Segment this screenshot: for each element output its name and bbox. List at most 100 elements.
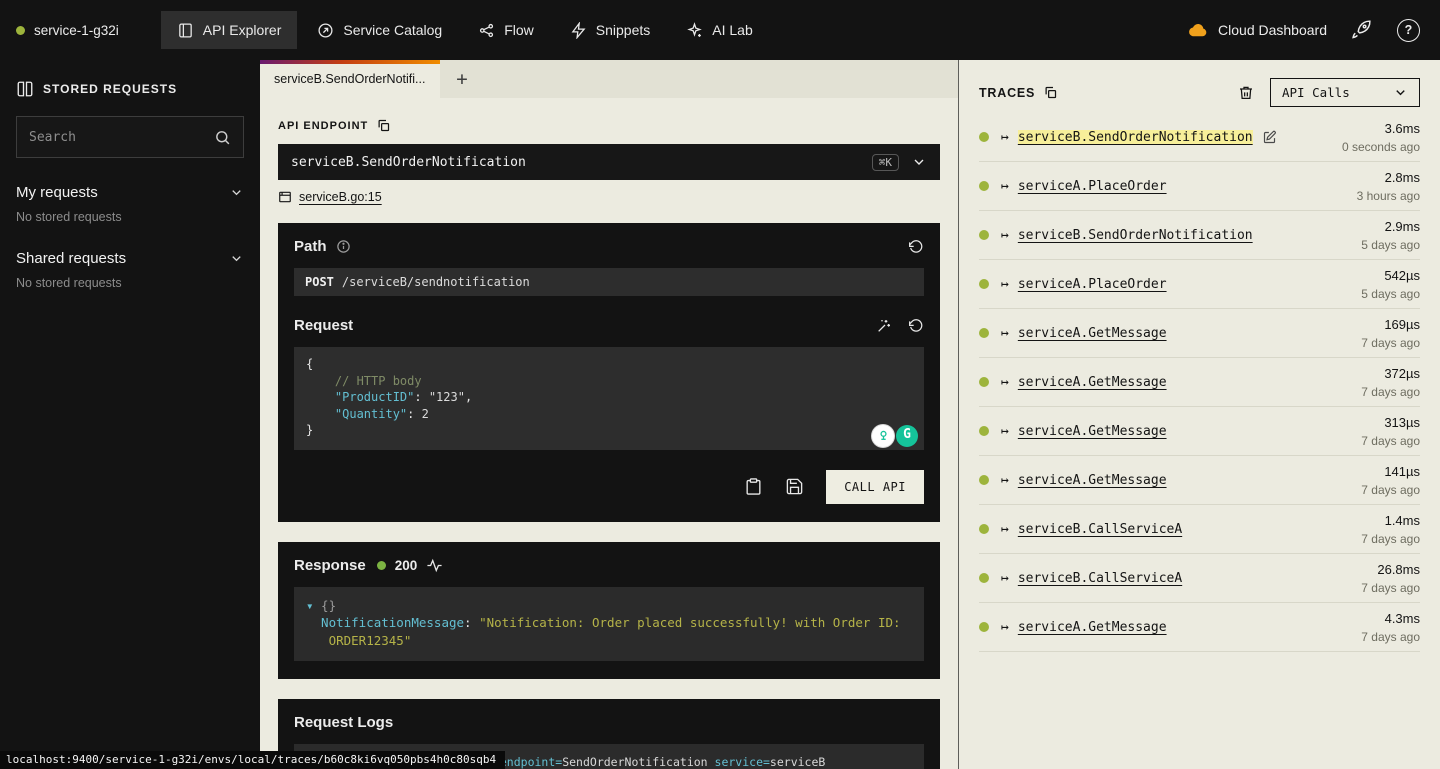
trace-row[interactable]: ↦ serviceB.SendOrderNotification 3.6ms0 … [979, 113, 1420, 162]
code-comment: // HTTP body [306, 374, 422, 388]
shared-requests-toggle[interactable]: Shared requests [16, 250, 244, 267]
app-switcher[interactable]: service-1-g32i [16, 23, 119, 38]
my-requests-section: My requests No stored requests [16, 184, 244, 224]
trace-link[interactable]: serviceB.CallServiceA [1018, 522, 1182, 537]
trace-row[interactable]: ↦ serviceA.PlaceOrder 542µs5 days ago [979, 260, 1420, 309]
tab-endpoint[interactable]: serviceB.SendOrderNotifi... [260, 60, 440, 98]
trace-link[interactable]: serviceA.GetMessage [1018, 326, 1167, 341]
open-trace-icon[interactable] [1262, 130, 1277, 145]
trace-link[interactable]: serviceA.GetMessage [1018, 473, 1167, 488]
trash-icon[interactable] [1238, 85, 1254, 101]
activity-icon[interactable] [426, 557, 443, 574]
help-icon[interactable]: ? [1397, 19, 1420, 42]
trace-filter-select[interactable]: API Calls [1270, 78, 1420, 107]
trace-link[interactable]: serviceB.CallServiceA [1018, 571, 1182, 586]
status-code: 200 [395, 558, 418, 573]
trace-link[interactable]: serviceA.PlaceOrder [1018, 277, 1167, 292]
prettify-wand-icon[interactable] [876, 318, 892, 334]
endpoint-select-value: serviceB.SendOrderNotification [291, 155, 526, 170]
nav-item-label: AI Lab [712, 22, 752, 38]
rocket-icon[interactable] [1351, 19, 1373, 41]
trace-duration: 4.3ms [1385, 611, 1420, 626]
search-input[interactable] [29, 130, 214, 145]
path-input[interactable]: POST /serviceB/sendnotification [294, 268, 924, 296]
trace-row[interactable]: ↦ serviceA.GetMessage 169µs7 days ago [979, 309, 1420, 358]
response-panel: Response 200 ▾ {} NotificationMessage: "… [278, 542, 940, 680]
tab-bar: serviceB.SendOrderNotifi... + [260, 60, 958, 98]
trace-row[interactable]: ↦ serviceB.CallServiceA 1.4ms7 days ago [979, 505, 1420, 554]
collapse-toggle[interactable]: ▾ [306, 598, 314, 613]
source-link[interactable]: serviceB.go:15 [299, 190, 382, 204]
stored-requests-icon [16, 80, 34, 98]
trace-arrow-icon: ↦ [1001, 424, 1009, 439]
trace-row[interactable]: ↦ serviceA.GetMessage 141µs7 days ago [979, 456, 1420, 505]
copy-endpoint-icon[interactable] [376, 118, 391, 133]
my-requests-toggle[interactable]: My requests [16, 184, 244, 201]
copy-request-icon[interactable] [744, 477, 763, 496]
search-icon [214, 129, 231, 146]
copy-traces-icon[interactable] [1043, 85, 1058, 100]
trace-link[interactable]: serviceB.SendOrderNotification [1018, 228, 1253, 243]
endpoint-select[interactable]: serviceB.SendOrderNotification ⌘K [278, 144, 940, 180]
trace-row[interactable]: ↦ serviceB.SendOrderNotification 2.9ms5 … [979, 211, 1420, 260]
trace-link[interactable]: serviceA.GetMessage [1018, 424, 1167, 439]
nav-item-label: Flow [504, 22, 534, 38]
trace-status-dot [979, 328, 989, 338]
trace-row[interactable]: ↦ serviceA.GetMessage 372µs7 days ago [979, 358, 1420, 407]
nav-service-catalog[interactable]: Service Catalog [301, 11, 458, 49]
trace-row[interactable]: ↦ serviceA.GetMessage 313µs7 days ago [979, 407, 1420, 456]
nav-item-label: Snippets [596, 22, 650, 38]
trace-duration: 26.8ms [1377, 562, 1420, 577]
trace-duration: 2.8ms [1385, 170, 1420, 185]
trace-row[interactable]: ↦ serviceB.CallServiceA 26.8ms7 days ago [979, 554, 1420, 603]
api-explorer-main: serviceB.SendOrderNotifi... + API ENDPOI… [260, 60, 958, 769]
trace-link[interactable]: serviceB.SendOrderNotification [1018, 130, 1253, 145]
trace-row[interactable]: ↦ serviceA.PlaceOrder 2.8ms3 hours ago [979, 162, 1420, 211]
nav-flow[interactable]: Flow [462, 11, 550, 49]
trace-age: 5 days ago [1361, 238, 1420, 252]
nav-ai-lab[interactable]: AI Lab [670, 11, 768, 49]
new-tab-button[interactable]: + [440, 60, 484, 98]
trace-arrow-icon: ↦ [1001, 473, 1009, 488]
trace-age: 7 days ago [1361, 630, 1420, 644]
cloud-dashboard-label: Cloud Dashboard [1218, 22, 1327, 38]
trace-row[interactable]: ↦ serviceA.GetMessage 4.3ms7 days ago [979, 603, 1420, 652]
trace-duration: 3.6ms [1385, 121, 1420, 136]
grammarly-tone-icon[interactable] [872, 425, 894, 447]
cloud-dashboard-link[interactable]: Cloud Dashboard [1186, 19, 1327, 42]
traces-title: TRACES [979, 86, 1035, 100]
api-endpoint-header: API ENDPOINT [278, 118, 940, 133]
snippets-icon [570, 22, 587, 39]
trace-status-dot [979, 279, 989, 289]
trace-duration: 169µs [1384, 317, 1420, 332]
nav-api-explorer[interactable]: API Explorer [161, 11, 298, 49]
grammarly-widget: G [872, 425, 918, 447]
reset-path-icon[interactable] [908, 239, 924, 255]
trace-duration: 542µs [1384, 268, 1420, 283]
trace-arrow-icon: ↦ [1001, 522, 1009, 537]
nav-snippets[interactable]: Snippets [554, 11, 666, 49]
trace-link[interactable]: serviceA.PlaceOrder [1018, 179, 1167, 194]
trace-duration: 1.4ms [1385, 513, 1420, 528]
call-api-button[interactable]: CALL API [826, 470, 924, 504]
status-bar-link: localhost:9400/service-1-g32i/envs/local… [0, 751, 505, 769]
section-label: My requests [16, 184, 98, 201]
info-icon [336, 239, 351, 254]
save-request-icon[interactable] [785, 477, 804, 496]
request-body-editor[interactable]: { // HTTP body "ProductID": "123", "Quan… [294, 347, 924, 450]
trace-link[interactable]: serviceA.GetMessage [1018, 620, 1167, 635]
reset-request-icon[interactable] [908, 318, 924, 334]
nav-item-label: Service Catalog [343, 22, 442, 38]
trace-link[interactable]: serviceA.GetMessage [1018, 375, 1167, 390]
http-method: POST [305, 275, 334, 289]
path-header: Path [294, 238, 924, 255]
path-label: Path [294, 238, 327, 255]
code-line: "ProductID": "123", [306, 389, 912, 406]
app-body: STORED REQUESTS My requests No stored re… [0, 60, 1440, 769]
api-explorer-icon [177, 22, 194, 39]
trace-arrow-icon: ↦ [1001, 228, 1009, 243]
trace-duration: 141µs [1384, 464, 1420, 479]
trace-arrow-icon: ↦ [1001, 326, 1009, 341]
grammarly-icon[interactable]: G [896, 425, 918, 447]
nav-item-label: API Explorer [203, 22, 282, 38]
